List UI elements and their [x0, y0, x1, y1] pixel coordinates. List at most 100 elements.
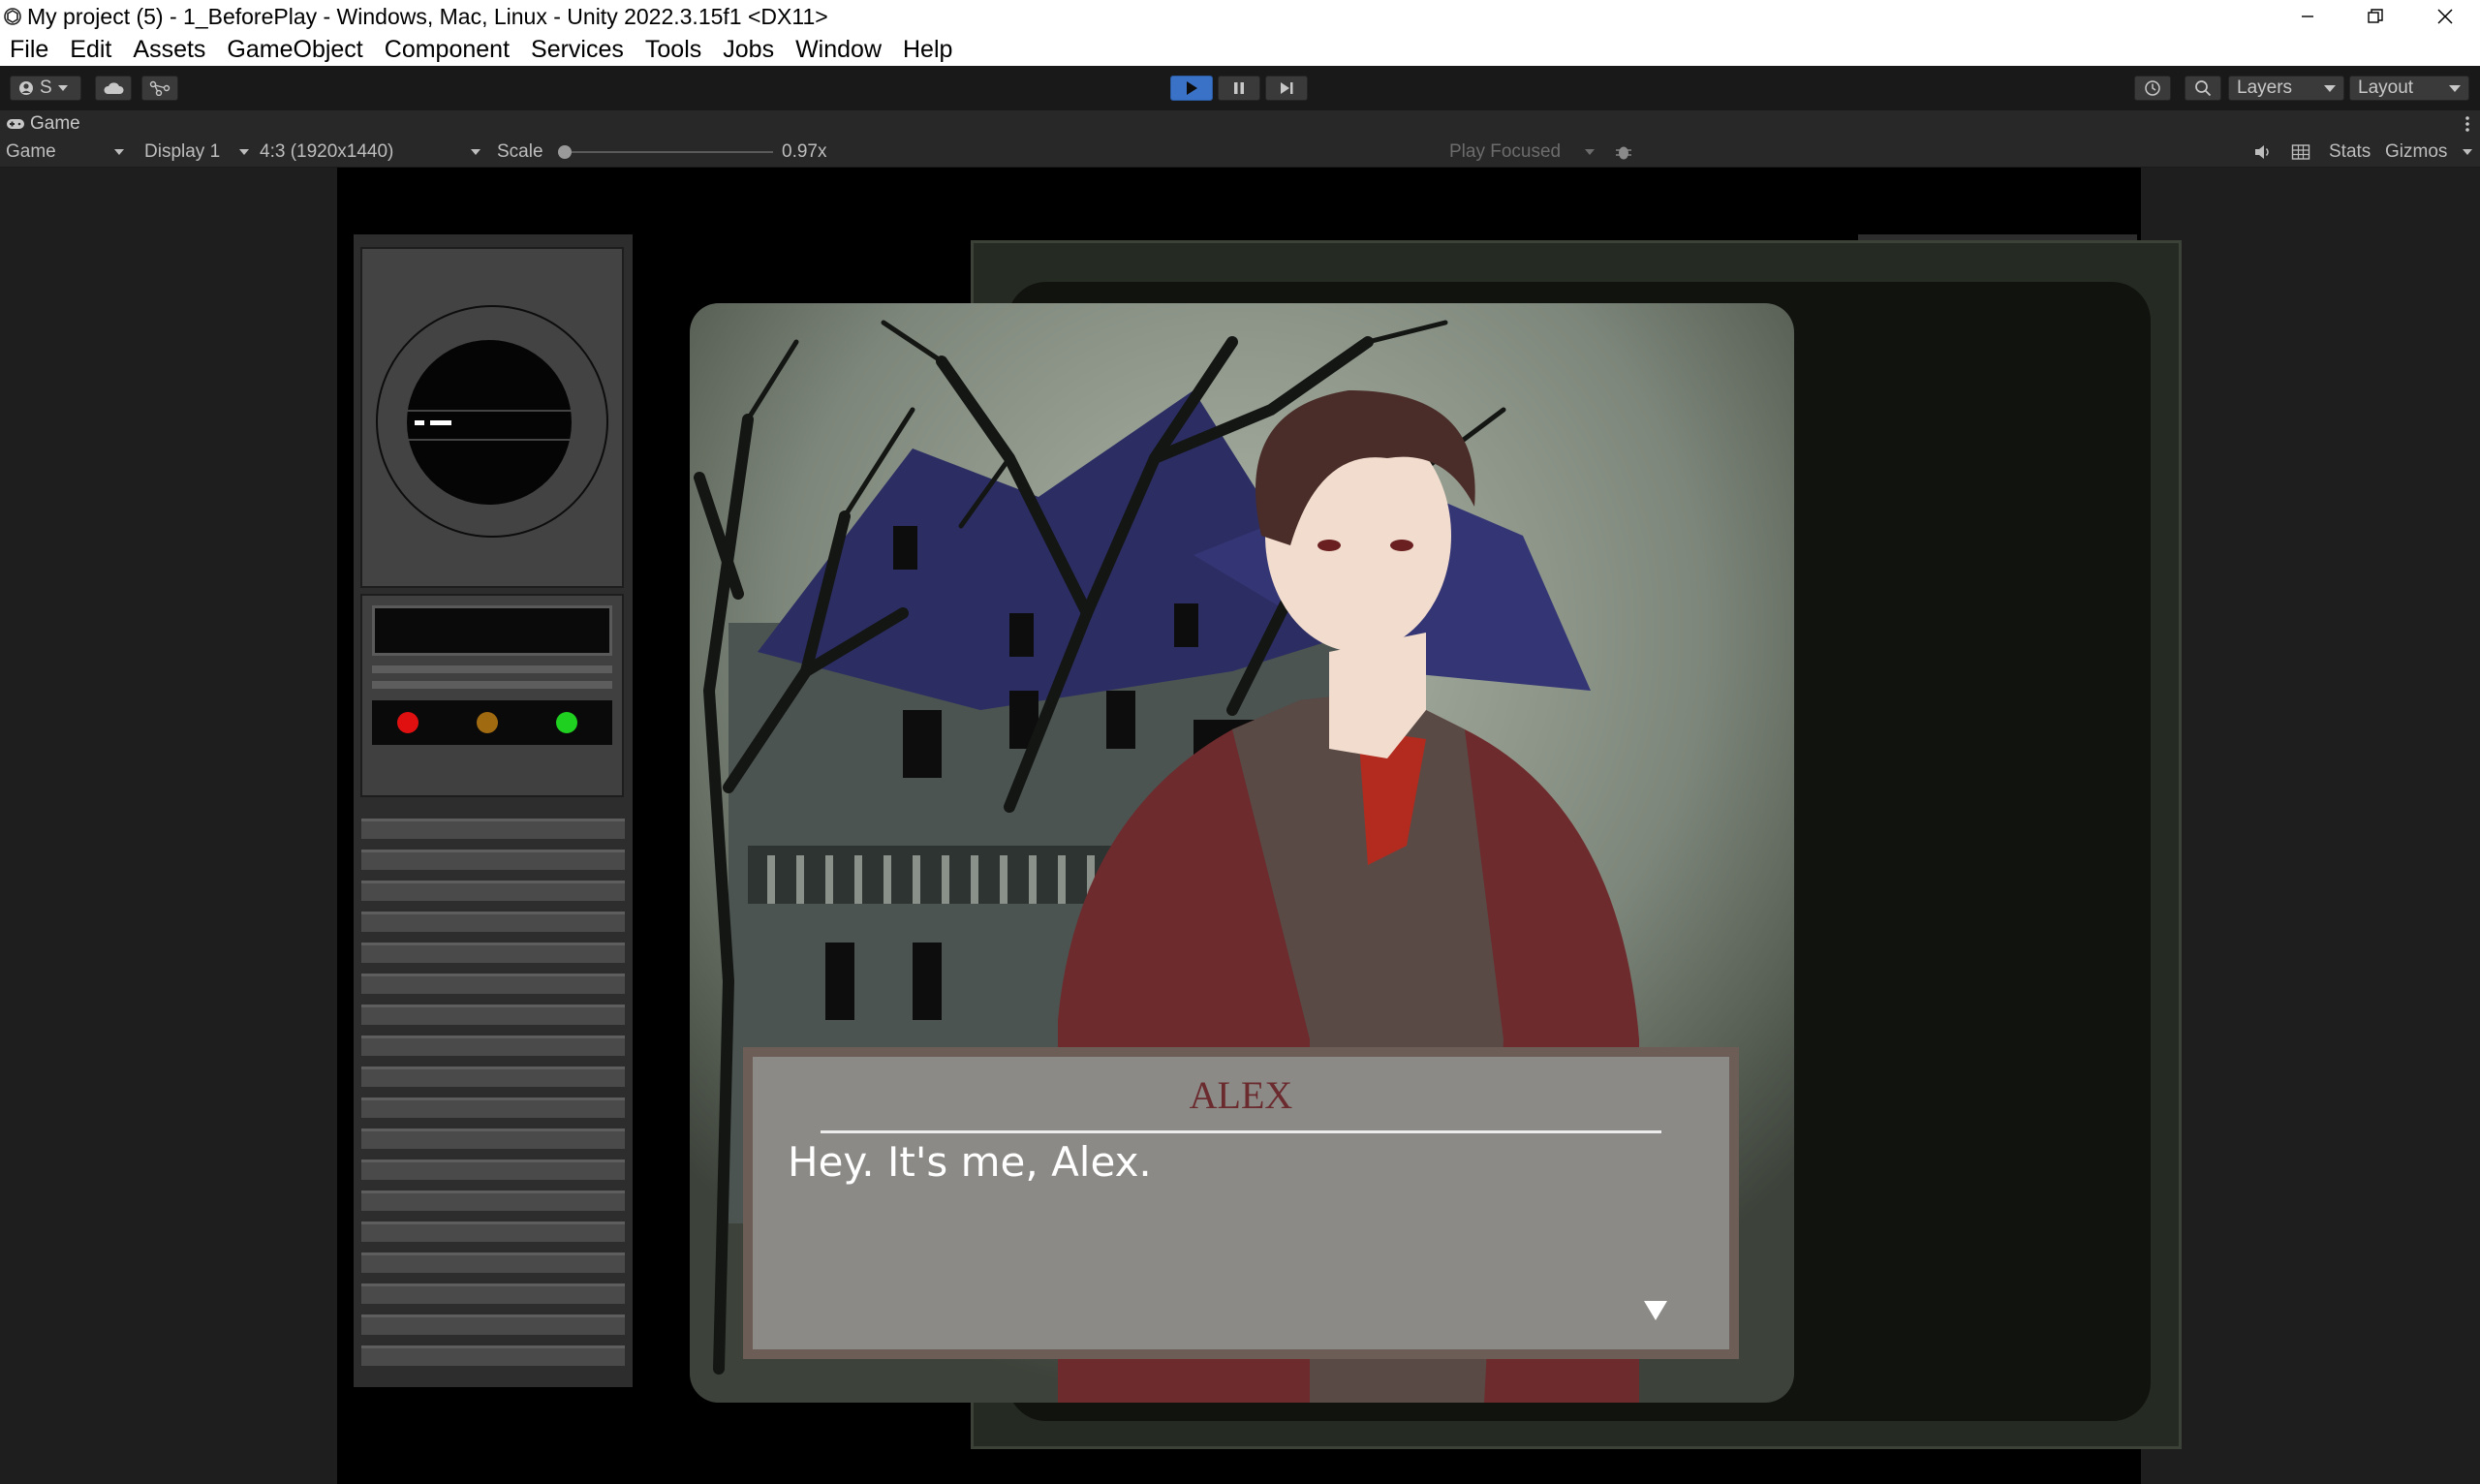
- aspect-dropdown[interactable]: 4:3 (1920x1440): [260, 138, 482, 167]
- grille-slat: [361, 881, 625, 901]
- left-dial-face: [407, 340, 572, 505]
- chevron-down-icon: [471, 149, 480, 155]
- left-dial-needle: [430, 420, 451, 425]
- scale-value: 0.97x: [782, 141, 827, 162]
- grille-slat: [361, 1067, 625, 1087]
- history-icon: [2145, 80, 2160, 96]
- main-toolbar: S Layers Layout: [0, 66, 2480, 111]
- menu-jobs[interactable]: Jobs: [712, 33, 785, 66]
- chevron-down-icon: [2463, 149, 2472, 155]
- left-dial-box: [360, 247, 624, 588]
- view-mode-dropdown[interactable]: Game: [6, 138, 126, 167]
- stats-button[interactable]: Stats: [2329, 138, 2371, 167]
- display-dropdown[interactable]: Display 1: [144, 138, 251, 167]
- version-control-button[interactable]: [141, 76, 178, 101]
- pause-icon: [1234, 82, 1244, 94]
- menu-component[interactable]: Component: [374, 33, 520, 66]
- grille-slat: [361, 1190, 625, 1211]
- grid-toggle-button[interactable]: [2291, 138, 2310, 167]
- audio-mute-button[interactable]: [2253, 138, 2273, 167]
- dialog-box[interactable]: ALEX Hey. It's me, Alex.: [743, 1047, 1739, 1359]
- dialog-ornament-line: [821, 1130, 1661, 1133]
- grille-slat: [361, 1221, 625, 1242]
- left-indicator-box: [360, 594, 624, 797]
- grille-slat: [361, 819, 625, 839]
- scale-label: Scale: [497, 141, 543, 162]
- orange-light: [477, 712, 498, 733]
- menu-gameobject[interactable]: GameObject: [216, 33, 373, 66]
- left-bar: [372, 681, 612, 689]
- grille-slat: [361, 1283, 625, 1304]
- cloud-button[interactable]: [95, 76, 132, 101]
- account-label: S: [40, 77, 52, 98]
- red-light: [397, 712, 418, 733]
- layout-label: Layout: [2358, 77, 2414, 98]
- game-viewport[interactable]: ALEX Hey. It's me, Alex.: [0, 168, 2480, 1484]
- more-options-icon[interactable]: [2464, 114, 2470, 134]
- minimize-icon: [2302, 15, 2313, 17]
- chevron-down-icon: [2449, 84, 2461, 92]
- speaker-icon: [2255, 145, 2269, 159]
- scale-slider-track: [558, 151, 773, 153]
- grille-slat: [361, 1252, 625, 1273]
- menu-services[interactable]: Services: [520, 33, 635, 66]
- minimize-button[interactable]: [2273, 0, 2342, 33]
- version-control-icon: [149, 80, 170, 96]
- left-display-slot: [372, 605, 612, 656]
- left-dial-needle: [415, 420, 424, 425]
- play-button[interactable]: [1170, 76, 1213, 101]
- menu-file[interactable]: File: [0, 33, 59, 66]
- grille-slat: [361, 850, 625, 870]
- search-icon: [2195, 80, 2212, 97]
- search-button[interactable]: [2185, 76, 2221, 101]
- close-icon: [2437, 9, 2453, 24]
- menu-bar: File Edit Assets GameObject Component Se…: [0, 33, 2480, 66]
- grille-slat: [361, 1345, 625, 1366]
- menu-window[interactable]: Window: [785, 33, 892, 66]
- cloud-icon: [104, 82, 124, 94]
- scale-slider[interactable]: [558, 145, 773, 159]
- tab-game-label: Game: [30, 113, 80, 134]
- play-focused-label: Play Focused: [1449, 141, 1562, 162]
- restore-icon: [2368, 9, 2383, 23]
- layers-dropdown[interactable]: Layers: [2228, 76, 2344, 101]
- grid-icon: [2291, 144, 2310, 160]
- tab-game[interactable]: Game: [6, 110, 80, 138]
- grille-slat: [361, 912, 625, 932]
- dialog-text: Hey. It's me, Alex.: [788, 1138, 1152, 1186]
- step-button[interactable]: [1265, 76, 1308, 101]
- scale-slider-thumb[interactable]: [558, 145, 572, 159]
- grille-slat: [361, 1098, 625, 1118]
- layout-dropdown[interactable]: Layout: [2349, 76, 2469, 101]
- account-dropdown[interactable]: S: [10, 76, 81, 101]
- speaker-name: ALEX: [1189, 1073, 1293, 1117]
- unity-logo-icon: [4, 8, 21, 25]
- grille-slat: [361, 1005, 625, 1025]
- display-label: Display 1: [144, 141, 221, 162]
- pause-button[interactable]: [1218, 76, 1260, 101]
- play-focused-dropdown[interactable]: Play Focused: [1449, 138, 1596, 167]
- menu-tools[interactable]: Tools: [635, 33, 712, 66]
- left-speaker-grille: [354, 819, 633, 1375]
- menu-help[interactable]: Help: [892, 33, 963, 66]
- chevron-down-icon: [239, 149, 249, 155]
- restore-button[interactable]: [2340, 0, 2410, 33]
- chevron-down-icon: [2324, 84, 2336, 92]
- window-title: My project (5) - 1_BeforePlay - Windows,…: [27, 3, 828, 29]
- grille-slat: [361, 1128, 625, 1149]
- chevron-down-icon: [57, 85, 68, 91]
- left-lights-panel: [372, 700, 612, 745]
- grille-slat: [361, 1159, 625, 1180]
- play-icon: [1187, 81, 1197, 95]
- history-button[interactable]: [2134, 76, 2171, 101]
- grille-slat: [361, 1036, 625, 1056]
- menu-edit[interactable]: Edit: [59, 33, 122, 66]
- gizmos-dropdown[interactable]: Gizmos: [2385, 138, 2472, 167]
- continue-arrow-icon[interactable]: [1644, 1301, 1667, 1320]
- grille-slat: [361, 1314, 625, 1335]
- game-view-toolbar: Game Display 1 4:3 (1920x1440) Scale 0.9…: [0, 138, 2480, 168]
- close-button[interactable]: [2410, 0, 2480, 33]
- view-mode-label: Game: [6, 141, 56, 162]
- debug-button[interactable]: [1614, 138, 1633, 167]
- menu-assets[interactable]: Assets: [122, 33, 216, 66]
